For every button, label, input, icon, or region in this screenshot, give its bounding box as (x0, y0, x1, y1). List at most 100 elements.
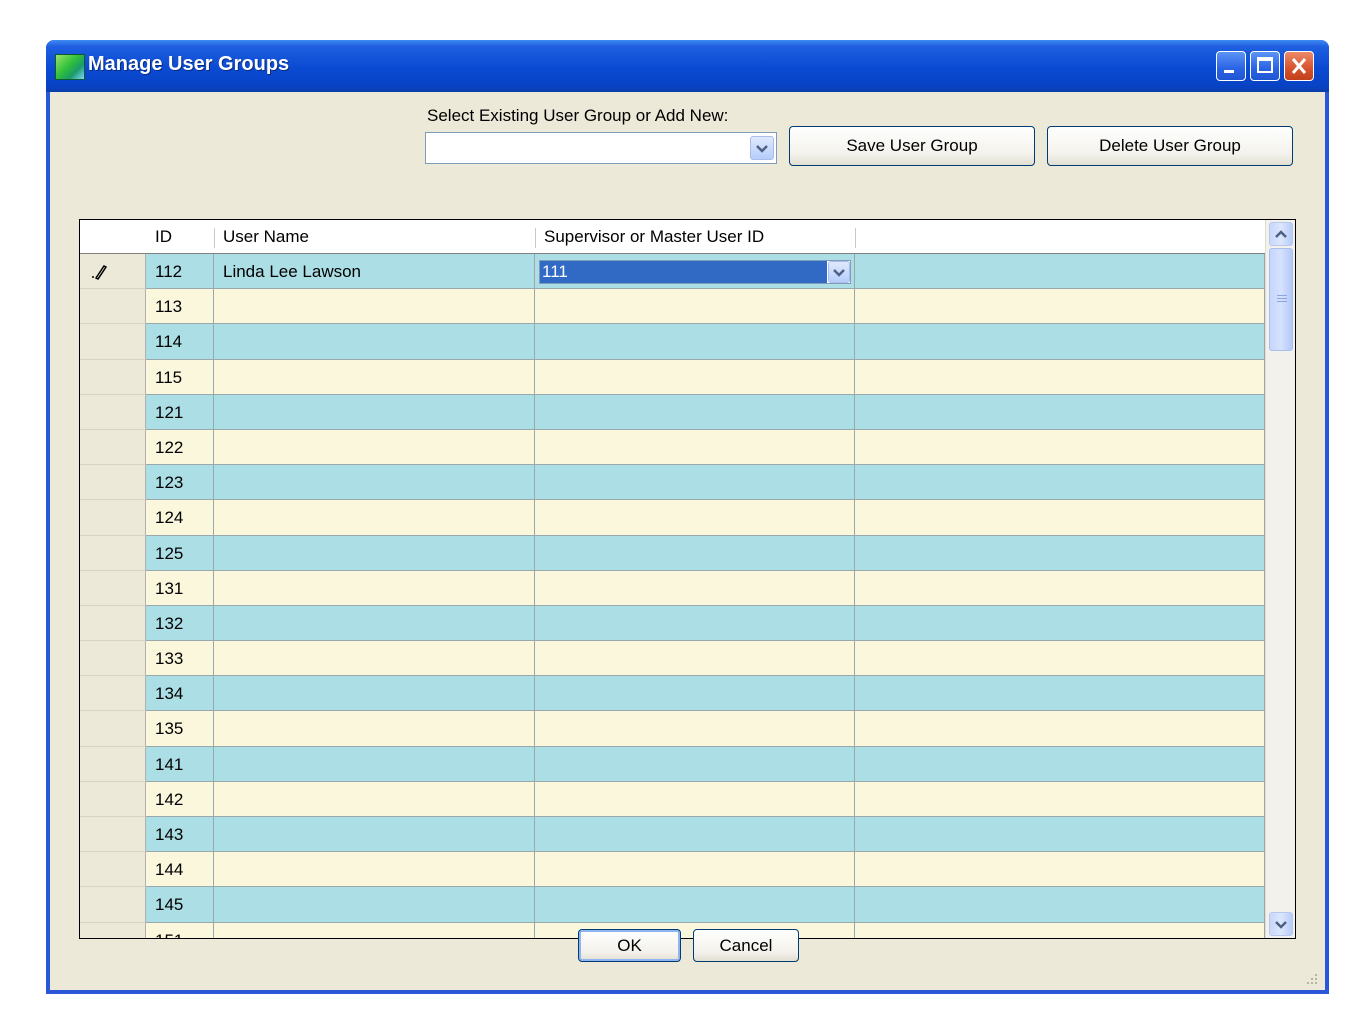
id-cell[interactable]: 143 (146, 817, 214, 853)
row-selector[interactable] (80, 711, 146, 747)
supervisor-cell[interactable] (535, 324, 855, 360)
row-selector[interactable] (80, 641, 146, 677)
empty-cell[interactable] (855, 711, 1265, 747)
id-cell[interactable]: 145 (146, 887, 214, 923)
title-bar[interactable]: Manage User Groups (46, 40, 1329, 92)
user-name-cell[interactable] (214, 887, 535, 923)
user-name-cell[interactable] (214, 746, 535, 782)
user-group-combobox[interactable] (425, 132, 777, 164)
id-cell[interactable]: 115 (146, 359, 214, 395)
id-cell[interactable]: 114 (146, 324, 214, 360)
empty-cell[interactable] (855, 500, 1265, 536)
user-name-cell[interactable] (214, 922, 535, 938)
empty-cell[interactable] (855, 781, 1265, 817)
empty-cell[interactable] (855, 289, 1265, 325)
id-cell[interactable]: 151 (146, 922, 214, 938)
id-cell[interactable]: 135 (146, 711, 214, 747)
user-name-cell[interactable] (214, 535, 535, 571)
user-name-cell[interactable] (214, 324, 535, 360)
table-row[interactable]: 135 (80, 711, 1265, 747)
id-cell[interactable]: 144 (146, 852, 214, 888)
resize-grip-icon[interactable] (1305, 972, 1319, 986)
empty-cell[interactable] (855, 324, 1265, 360)
id-cell[interactable]: 121 (146, 394, 214, 430)
supervisor-cell[interactable] (535, 429, 855, 466)
row-selector[interactable] (80, 429, 146, 466)
table-row[interactable]: 122 (80, 429, 1265, 466)
vertical-scrollbar[interactable] (1265, 220, 1295, 938)
empty-cell[interactable] (855, 605, 1265, 642)
user-name-cell[interactable] (214, 641, 535, 677)
row-selector[interactable] (80, 605, 146, 642)
supervisor-cell[interactable] (535, 605, 855, 642)
empty-cell[interactable] (855, 465, 1265, 501)
scroll-up-button[interactable] (1269, 222, 1293, 246)
table-row[interactable]: 115 (80, 359, 1265, 395)
table-row[interactable]: 141 (80, 746, 1265, 782)
user-name-cell[interactable] (214, 781, 535, 817)
empty-cell[interactable] (855, 922, 1265, 938)
table-row[interactable]: 112 Linda Lee Lawson 111 (80, 254, 1265, 290)
table-row[interactable]: 145 (80, 887, 1265, 923)
supervisor-combobox[interactable]: 111 (539, 260, 851, 284)
save-user-group-button[interactable]: Save User Group (789, 126, 1035, 166)
supervisor-cell[interactable] (535, 465, 855, 501)
supervisor-cell[interactable] (535, 641, 855, 677)
user-name-cell[interactable] (214, 465, 535, 501)
ok-button[interactable]: OK (578, 929, 681, 962)
row-selector[interactable] (80, 324, 146, 360)
supervisor-cell[interactable] (535, 289, 855, 325)
column-divider[interactable] (855, 228, 856, 248)
id-cell[interactable]: 123 (146, 465, 214, 501)
table-row[interactable]: 124 (80, 500, 1265, 536)
row-selector[interactable] (80, 746, 146, 782)
user-name-cell[interactable] (214, 500, 535, 536)
empty-cell[interactable] (855, 817, 1265, 853)
dropdown-button[interactable] (750, 136, 774, 160)
row-selector[interactable] (80, 359, 146, 395)
empty-cell[interactable] (855, 254, 1265, 290)
user-name-cell[interactable] (214, 359, 535, 395)
id-cell[interactable]: 132 (146, 605, 214, 642)
table-row[interactable]: 123 (80, 465, 1265, 501)
supervisor-cell[interactable] (535, 711, 855, 747)
id-cell[interactable]: 124 (146, 500, 214, 536)
table-row[interactable]: 132 (80, 605, 1265, 642)
table-row[interactable]: 144 (80, 852, 1265, 888)
supervisor-cell[interactable] (535, 676, 855, 712)
id-cell[interactable]: 141 (146, 746, 214, 782)
empty-cell[interactable] (855, 394, 1265, 430)
table-row[interactable]: 131 (80, 570, 1265, 606)
supervisor-cell[interactable] (535, 359, 855, 395)
empty-cell[interactable] (855, 429, 1265, 466)
table-row[interactable]: 113 (80, 289, 1265, 325)
user-name-cell[interactable] (214, 817, 535, 853)
table-row[interactable]: 114 (80, 324, 1265, 360)
row-selector[interactable] (80, 289, 146, 325)
user-name-cell[interactable] (214, 570, 535, 606)
table-row[interactable]: 143 (80, 817, 1265, 853)
empty-cell[interactable] (855, 570, 1265, 606)
row-selector[interactable] (80, 852, 146, 888)
row-selector[interactable] (80, 535, 146, 571)
row-selector[interactable] (80, 394, 146, 430)
empty-cell[interactable] (855, 852, 1265, 888)
row-selector[interactable] (80, 500, 146, 536)
row-selector[interactable] (80, 781, 146, 817)
supervisor-dropdown-button[interactable] (828, 261, 850, 283)
user-name-cell[interactable] (214, 289, 535, 325)
id-cell[interactable]: 125 (146, 535, 214, 571)
row-selector[interactable] (80, 254, 146, 290)
scroll-down-button[interactable] (1269, 912, 1293, 936)
user-name-cell[interactable] (214, 429, 535, 466)
delete-user-group-button[interactable]: Delete User Group (1047, 126, 1293, 166)
empty-cell[interactable] (855, 359, 1265, 395)
supervisor-cell[interactable]: 111 (535, 254, 855, 290)
users-grid[interactable]: ID User Name Supervisor or Master User I… (79, 219, 1296, 939)
row-selector[interactable] (80, 817, 146, 853)
maximize-button[interactable] (1250, 51, 1280, 81)
id-cell[interactable]: 134 (146, 676, 214, 712)
column-header-user-name[interactable]: User Name (214, 220, 309, 254)
supervisor-cell[interactable] (535, 500, 855, 536)
supervisor-cell[interactable] (535, 887, 855, 923)
